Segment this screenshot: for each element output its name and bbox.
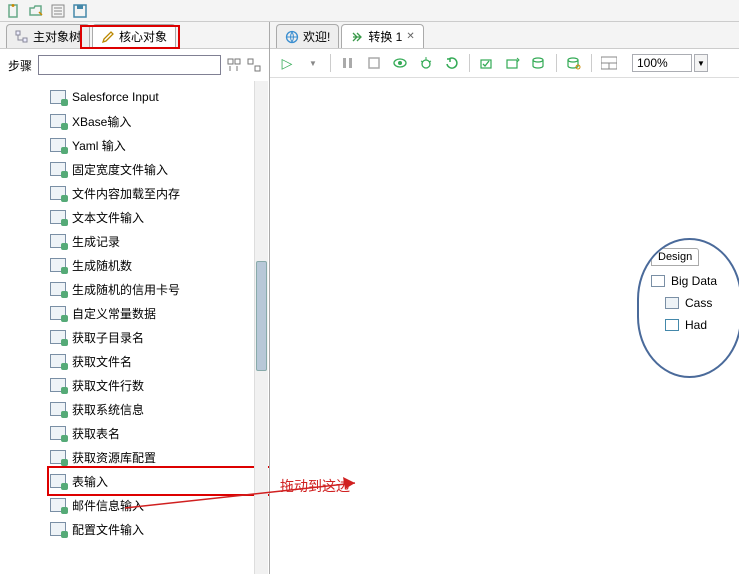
h-icon [665,319,679,331]
tab-main-tree[interactable]: 主对象树 [6,24,90,48]
step-icon [50,498,66,512]
palette-bubble: Design Big Data Cass Had [637,238,739,378]
editor-tabs: 欢迎! 转换 1 ✕ [270,22,739,48]
step-icon [50,354,66,368]
tree-item[interactable]: 获取表名 [50,421,269,445]
verify-icon[interactable] [478,54,496,72]
tree-item[interactable]: 生成随机数 [50,253,269,277]
tree-item[interactable]: 获取文件行数 [50,373,269,397]
step-icon [50,186,66,200]
step-icon [50,258,66,272]
palette-item[interactable]: Cass [651,292,736,314]
zoom-input[interactable] [632,54,692,72]
scrollbar-thumb[interactable] [256,261,267,371]
chevron-down-icon[interactable]: ▼ [304,54,322,72]
step-icon [50,114,66,128]
canvas-area[interactable]: 拖动到这边 Design Big Data Cass Had [270,78,739,574]
step-icon [50,522,66,536]
tree-item[interactable]: 配置文件输入 [50,517,269,541]
filter-label: 步骤 [8,57,32,74]
zoom-dropdown[interactable]: ▼ [694,54,708,72]
tree-item[interactable]: 获取子目录名 [50,325,269,349]
tree-item[interactable]: 邮件信息输入 [50,493,269,517]
step-icon [50,402,66,416]
step-icon [50,90,66,104]
palette-item[interactable]: Had [651,314,736,336]
step-icon [50,210,66,224]
tree-item[interactable]: 文本文件输入 [50,205,269,229]
show-results-icon[interactable] [600,54,618,72]
folder-icon [651,275,665,287]
tree-item[interactable]: 自定义常量数据 [50,301,269,325]
annotation-tab-highlight [80,25,180,49]
tab-label: 转换 1 [368,28,402,45]
tree-item[interactable]: Salesforce Input [50,85,269,109]
stop-icon[interactable] [365,54,383,72]
tab-label: 欢迎! [303,28,330,45]
tree-item[interactable]: 获取文件名 [50,349,269,373]
separator [556,54,557,72]
list-icon[interactable] [50,3,66,19]
impact-icon[interactable] [504,54,522,72]
separator [330,54,331,72]
tab-label: 主对象树 [33,28,81,45]
tree-item[interactable]: 生成随机的信用卡号 [50,277,269,301]
tab-transform-1[interactable]: 转换 1 ✕ [341,24,423,48]
step-icon [50,450,66,464]
step-icon [50,306,66,320]
db-icon [665,297,679,309]
pause-icon[interactable] [339,54,357,72]
collapse-all-icon[interactable] [247,58,261,72]
editor-toolbar: ▷ ▼ ▼ [270,48,739,78]
separator [591,54,592,72]
step-icon [50,474,66,488]
left-panel: 主对象树 核心对象 步骤 Salesforce Input XBase输入 Ya… [0,22,270,574]
palette-tab-design[interactable]: Design [651,248,699,266]
open-file-icon[interactable] [28,3,44,19]
step-tree: Salesforce Input XBase输入 Yaml 输入 固定宽度文件输… [0,81,269,545]
tree-item[interactable]: 获取资源库配置 [50,445,269,469]
tree-item-table-input[interactable]: 表输入 [50,469,269,493]
preview-icon[interactable] [391,54,409,72]
step-icon [50,330,66,344]
replay-icon[interactable] [443,54,461,72]
explore-db-icon[interactable] [565,54,583,72]
tree-item[interactable]: 固定宽度文件输入 [50,157,269,181]
transform-icon [350,30,364,44]
annotation-text: 拖动到这边 [280,476,350,496]
step-icon [50,162,66,176]
filter-input[interactable] [38,55,221,75]
tree-item[interactable]: 文件内容加载至内存 [50,181,269,205]
tab-welcome[interactable]: 欢迎! [276,24,339,48]
sql-icon[interactable] [530,54,548,72]
globe-icon [285,30,299,44]
new-file-icon[interactable] [6,3,22,19]
top-toolbar [0,0,739,22]
tree-item[interactable]: XBase输入 [50,109,269,133]
tree-item[interactable]: 获取系统信息 [50,397,269,421]
zoom-control: ▼ [632,54,708,72]
step-icon [50,378,66,392]
filter-row: 步骤 [0,48,269,81]
step-icon [50,426,66,440]
right-panel: 欢迎! 转换 1 ✕ ▷ ▼ [270,22,739,574]
close-icon[interactable]: ✕ [406,31,414,42]
step-icon [50,138,66,152]
palette-item[interactable]: Big Data [651,270,736,292]
tree-item[interactable]: 生成记录 [50,229,269,253]
step-icon [50,282,66,296]
debug-icon[interactable] [417,54,435,72]
tree-icon [15,30,29,44]
expand-all-icon[interactable] [227,58,241,72]
save-icon[interactable] [72,3,88,19]
play-icon[interactable]: ▷ [278,54,296,72]
tree-item[interactable]: Yaml 输入 [50,133,269,157]
separator [469,54,470,72]
tree-scrollbar[interactable] [254,81,268,574]
step-icon [50,234,66,248]
